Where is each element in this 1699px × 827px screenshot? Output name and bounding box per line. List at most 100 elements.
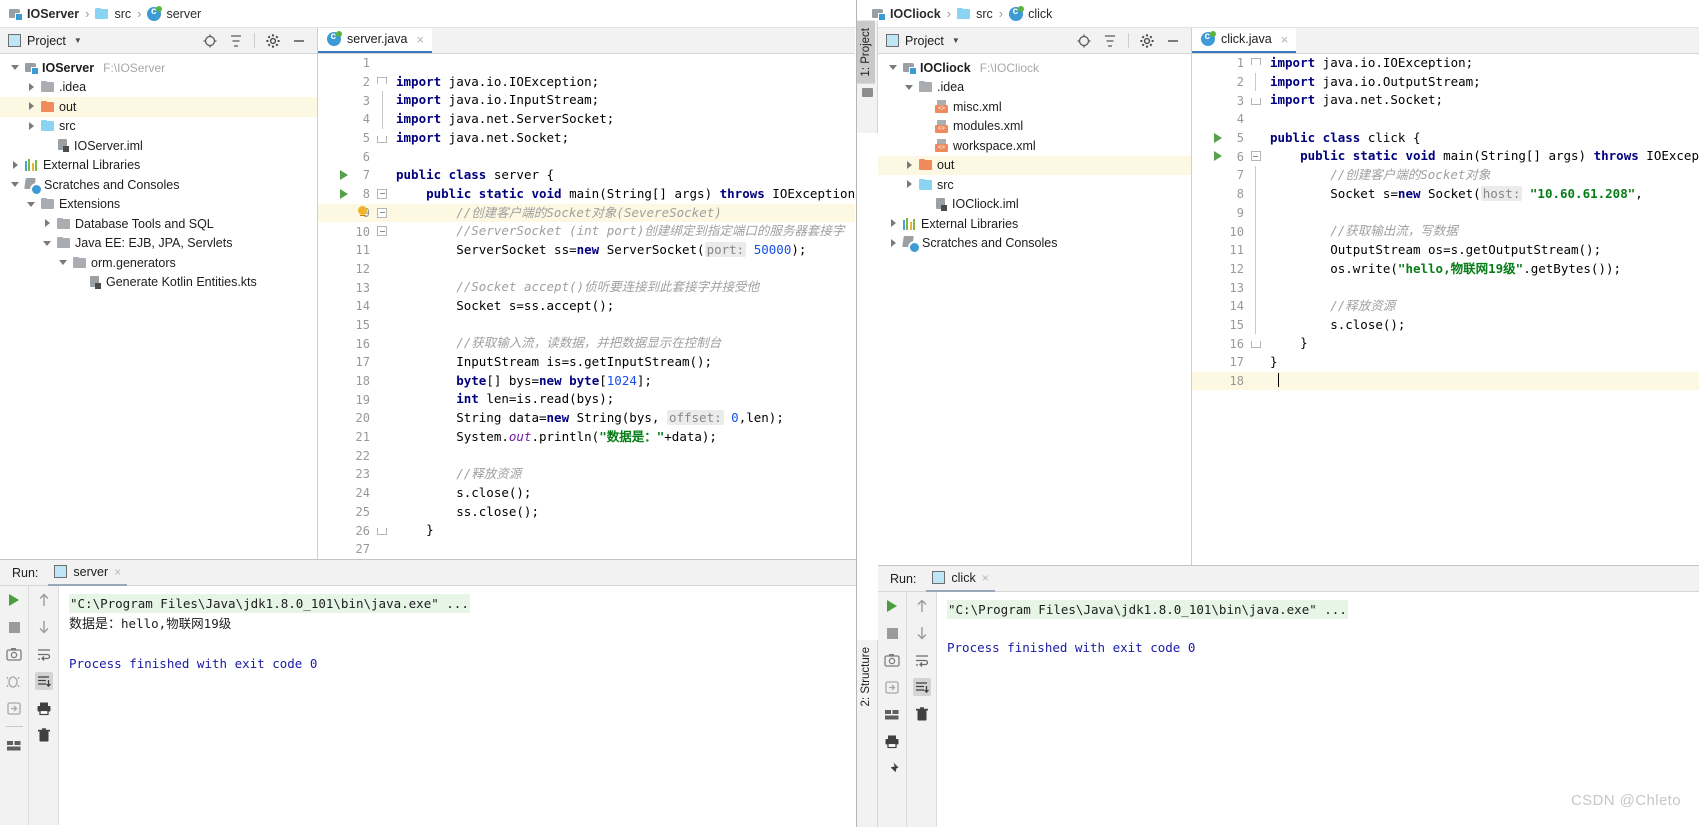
tree-item[interactable]: IOServer F:\IOServer <box>0 58 317 78</box>
fold-toggle-icon[interactable] <box>377 226 387 237</box>
project-title-group[interactable]: Project ▼ <box>886 34 960 48</box>
chevron-right-icon[interactable] <box>26 101 37 112</box>
fold-toggle-icon[interactable] <box>377 188 387 199</box>
code-line[interactable]: //释放资源 <box>390 465 855 484</box>
code-line[interactable] <box>1264 204 1699 223</box>
tree-item[interactable]: Database Tools and SQL <box>0 214 317 234</box>
code-line[interactable]: //释放资源 <box>1264 297 1699 316</box>
code-line[interactable]: ss.close(); <box>390 503 855 522</box>
code-line[interactable]: //创建客户端的Socket对象(SevereSocket) <box>390 203 855 223</box>
tree-item[interactable]: out <box>0 97 317 117</box>
chevron-down-icon[interactable] <box>10 62 21 73</box>
up-icon[interactable] <box>35 591 53 609</box>
code-line[interactable]: public static void main(String[] args) t… <box>1264 147 1699 166</box>
run-console-left[interactable]: "C:\Program Files\Java\jdk1.8.0_101\bin\… <box>59 586 856 825</box>
tree-item[interactable]: .idea <box>0 78 317 98</box>
code-line[interactable]: String data=new String(bys, offset: 0,le… <box>390 409 855 428</box>
breadcrumb-item-class[interactable]: server <box>146 5 202 21</box>
collapse-all-icon[interactable] <box>1102 33 1118 49</box>
code-line[interactable]: //创建客户端的Socket对象 <box>1264 166 1699 185</box>
screenshot-icon[interactable] <box>883 651 901 669</box>
locate-icon[interactable] <box>202 33 218 49</box>
chevron-right-icon[interactable] <box>26 121 37 132</box>
editor-tab-server-java[interactable]: server.java × <box>318 28 433 53</box>
code-text-left[interactable]: import java.io.IOException; import java.i… <box>390 54 855 559</box>
trash-icon[interactable] <box>913 705 931 723</box>
code-line[interactable] <box>390 540 855 559</box>
collapse-all-icon[interactable] <box>228 33 244 49</box>
breadcrumb-item-module[interactable]: IOCliock <box>871 7 942 21</box>
fold-toggle-icon[interactable] <box>1250 151 1261 162</box>
up-icon[interactable] <box>913 597 931 615</box>
chevron-down-icon[interactable]: ▼ <box>74 36 82 45</box>
code-line[interactable]: OutputStream os=s.getOutputStream(); <box>1264 241 1699 260</box>
chevron-right-icon[interactable] <box>42 218 53 229</box>
code-line[interactable] <box>390 316 855 335</box>
tree-item[interactable]: src <box>878 175 1191 195</box>
code-line[interactable]: ServerSocket ss=new ServerSocket(port: 5… <box>390 241 855 260</box>
chevron-right-icon[interactable] <box>26 82 37 93</box>
locate-icon[interactable] <box>1076 33 1092 49</box>
chevron-down-icon[interactable] <box>58 257 69 268</box>
rerun-icon[interactable] <box>5 591 23 609</box>
code-line[interactable] <box>1264 278 1699 297</box>
hide-icon[interactable] <box>291 33 307 49</box>
close-icon[interactable]: × <box>416 32 424 47</box>
down-icon[interactable] <box>913 624 931 642</box>
code-folding-column-right[interactable] <box>1249 54 1264 565</box>
breadcrumb-item-src[interactable]: src <box>94 7 132 21</box>
gear-icon[interactable] <box>1139 33 1155 49</box>
code-line[interactable]: //获取输入流，读数据，并把数据显示在控制台 <box>390 334 855 353</box>
tree-item[interactable]: External Libraries <box>0 156 317 176</box>
screenshot-icon[interactable] <box>5 645 23 663</box>
code-line[interactable]: import java.net.Socket; <box>1264 91 1699 110</box>
tree-item[interactable]: Generate Kotlin Entities.kts <box>0 273 317 293</box>
print-icon[interactable] <box>35 699 53 717</box>
stop-icon[interactable] <box>883 624 901 642</box>
code-line[interactable]: Socket s=ss.accept(); <box>390 297 855 316</box>
chevron-right-icon[interactable] <box>10 160 21 171</box>
code-line[interactable] <box>390 260 855 279</box>
tree-item[interactable]: IOCliock.iml <box>878 195 1191 215</box>
rerun-icon[interactable] <box>883 597 901 615</box>
tree-item[interactable]: Scratches and Consoles <box>878 234 1191 255</box>
code-text-right[interactable]: import java.io.IOException; import java.i… <box>1263 54 1699 565</box>
project-tree-right[interactable]: IOCliock F:\IOCliock .idea misc.xml modules.… <box>878 54 1191 255</box>
fold-toggle-icon[interactable] <box>377 76 387 84</box>
chevron-right-icon[interactable] <box>888 218 899 229</box>
breadcrumb-item-module[interactable]: IOServer <box>8 7 80 21</box>
code-line[interactable]: //Socket accept()侦听要连接到此套接字并接受他 <box>390 278 855 297</box>
chevron-down-icon[interactable] <box>888 62 899 73</box>
tool-strip-tab-project[interactable]: 1: Project <box>857 21 875 84</box>
soft-wrap-icon[interactable] <box>35 645 53 663</box>
tree-item[interactable]: misc.xml <box>878 97 1191 117</box>
run-tab-click[interactable]: click × <box>926 565 995 592</box>
breadcrumb-item-class[interactable]: click <box>1008 5 1053 21</box>
run-gutter-icon[interactable] <box>340 188 348 199</box>
chevron-right-icon[interactable] <box>904 160 915 171</box>
code-line[interactable]: public static void main(String[] args) t… <box>390 185 855 204</box>
code-line[interactable]: //获取输出流，写数据 <box>1264 222 1699 241</box>
chevron-right-icon[interactable] <box>888 238 899 249</box>
code-line[interactable] <box>390 54 855 73</box>
tree-item[interactable]: Scratches and Consoles <box>0 175 317 196</box>
line-number-gutter-right[interactable]: 1 2 3 4 5 6 7 8 9 10 11 12 13 14 15 16 17 18 <box>1191 54 1250 565</box>
code-line[interactable]: byte[] bys=new byte[1024]; <box>390 372 855 391</box>
print-icon[interactable] <box>883 732 901 750</box>
code-line[interactable] <box>1264 110 1699 129</box>
run-gutter-icon[interactable] <box>1213 151 1222 162</box>
tool-strip-tab-structure[interactable]: 2: Structure <box>857 640 875 713</box>
tree-item[interactable]: modules.xml <box>878 117 1191 137</box>
code-line[interactable]: import java.io.IOException; <box>390 73 855 92</box>
code-area-left[interactable]: 1 2 3 4 5 6 7 8 9 10 11 12 13 14 15 16 17 18 19 20 21 22 23 24 2… <box>318 54 855 559</box>
code-folding-column-left[interactable] <box>376 54 390 559</box>
close-icon[interactable]: × <box>1281 32 1289 47</box>
gear-icon[interactable] <box>265 33 281 49</box>
code-line[interactable]: import java.net.Socket; <box>390 129 855 148</box>
export-icon[interactable] <box>5 699 23 717</box>
code-line[interactable]: s.close(); <box>1264 316 1699 335</box>
fold-toggle-icon[interactable] <box>377 528 387 536</box>
chevron-down-icon[interactable] <box>10 179 21 190</box>
editor-tab-click-java[interactable]: click.java × <box>1191 28 1297 53</box>
code-line[interactable]: //ServerSocket (int port)创建绑定到指定端口的服务器套接… <box>390 222 855 241</box>
